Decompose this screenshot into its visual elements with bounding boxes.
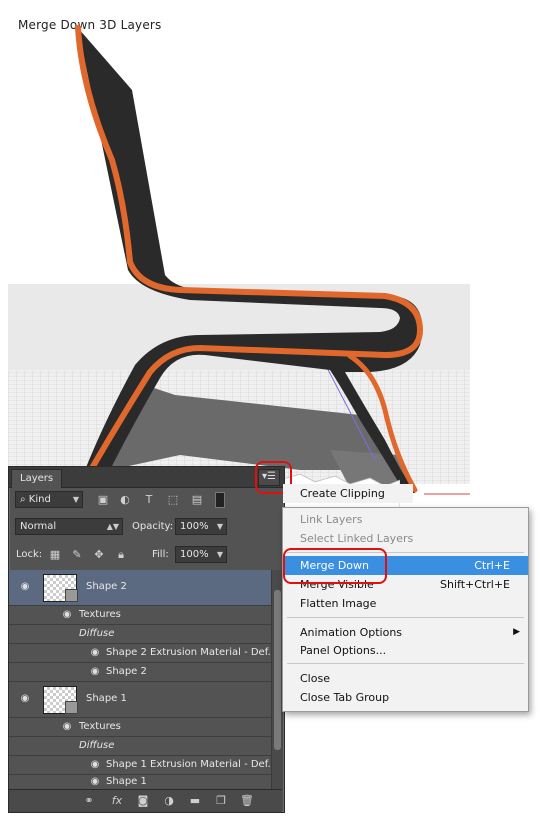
fill-value: 100% xyxy=(180,549,209,560)
opacity-label: Opacity: xyxy=(132,521,174,532)
3d-layer-icon xyxy=(65,701,78,714)
layer-subrow: Diffuse xyxy=(9,737,271,756)
filter-kind-label: Kind xyxy=(28,494,51,505)
menu-item-animation-options[interactable]: Animation Options ▶ xyxy=(283,623,528,642)
highlight-ring-merge-down xyxy=(283,548,387,584)
viewport-3d xyxy=(8,25,470,495)
eye-icon[interactable]: ◉ xyxy=(17,693,33,705)
menu-item-link-layers[interactable]: Link Layers xyxy=(283,510,528,529)
menu-item-create-clipping[interactable]: Create Clipping xyxy=(283,484,413,503)
blend-row: Normal ▲▼ Opacity: 100% ▼ xyxy=(9,518,282,536)
fx-icon[interactable]: fx xyxy=(109,794,125,808)
filter-kind-select[interactable]: ⌕ Kind ▼ xyxy=(15,491,83,508)
menu-item-select-linked[interactable]: Select Linked Layers xyxy=(283,529,528,548)
menu-item-close[interactable]: Close xyxy=(283,669,528,688)
lock-all-icon[interactable]: 🔒︎ xyxy=(113,547,129,563)
layer-name: Shape 1 xyxy=(86,693,127,704)
opacity-value: 100% xyxy=(180,521,209,532)
chevron-right-icon: ▶ xyxy=(513,627,520,637)
eye-icon[interactable]: ◉ xyxy=(59,721,75,733)
panel-footer: ⚭ fx ◙ ◑ ▬ ❐ 🗑︎ xyxy=(9,789,282,812)
lock-transparent-icon[interactable]: ▦ xyxy=(47,547,63,563)
menu-item-label: Select Linked Layers xyxy=(300,532,414,545)
eye-icon[interactable]: ◉ xyxy=(87,776,103,788)
menu-item-label: Close xyxy=(300,672,330,685)
filter-toggle[interactable] xyxy=(215,492,225,508)
adjustment-filter-icon[interactable]: ◐ xyxy=(117,492,133,508)
texture-item: Shape 1 Extrusion Material - Def... xyxy=(106,759,278,770)
lock-label: Lock: xyxy=(16,549,43,560)
tab-layers[interactable]: Layers xyxy=(11,469,63,488)
search-icon: ⌕ xyxy=(20,494,29,505)
fill-label: Fill: xyxy=(152,549,169,560)
menu-shortcut: Ctrl+E xyxy=(474,559,510,572)
eye-icon[interactable]: ◉ xyxy=(87,666,103,678)
new-layer-icon[interactable]: ❐ xyxy=(213,794,229,808)
chevron-down-icon: ▼ xyxy=(216,550,223,559)
lock-paint-icon[interactable]: ✎ xyxy=(69,547,85,563)
shape-filter-icon[interactable]: ⬚ xyxy=(165,492,181,508)
menu-item-label: Link Layers xyxy=(300,513,363,526)
smart-object-filter-icon[interactable]: ▤ xyxy=(189,492,205,508)
menu-separator xyxy=(287,663,524,664)
lock-row: Lock: ▦ ✎ ✥ 🔒︎ Fill: 100% ▼ xyxy=(9,546,282,564)
layer-name: Shape 2 xyxy=(86,581,127,592)
textures-label: Textures xyxy=(79,609,121,620)
adjustment-icon[interactable]: ◑ xyxy=(161,794,177,808)
menu-item-label: Flatten Image xyxy=(300,597,377,610)
blend-mode-value: Normal xyxy=(20,521,57,532)
layer-subrow: Diffuse xyxy=(9,625,271,644)
layer-subrow: ◉ Textures xyxy=(9,718,271,737)
blend-mode-select[interactable]: Normal ▲▼ xyxy=(15,518,123,535)
type-filter-icon[interactable]: T xyxy=(141,492,157,508)
fill-field[interactable]: 100% ▼ xyxy=(175,546,227,563)
scrollbar-thumb[interactable] xyxy=(274,590,281,750)
texture-item: Shape 2 Extrusion Material - Def... xyxy=(106,647,278,658)
trash-icon[interactable]: 🗑︎ xyxy=(239,794,255,808)
chevron-down-icon: ▼ xyxy=(72,495,79,504)
eye-icon[interactable]: ◉ xyxy=(87,647,103,659)
layer-subrow: ◉ Textures xyxy=(9,606,271,625)
layer-subrow: ◉ Shape 1 Extrusion Material - Def... xyxy=(9,756,277,775)
image-filter-icon[interactable]: ▣ xyxy=(95,492,111,508)
menu-item-flatten-image[interactable]: Flatten Image xyxy=(283,594,528,613)
menu-separator xyxy=(287,617,524,618)
mask-icon[interactable]: ◙ xyxy=(135,794,151,808)
layer-subrow: ◉ Shape 2 Extrusion Material - Def... xyxy=(9,644,277,663)
3d-layer-icon xyxy=(65,589,78,602)
menu-item-label: Panel Options... xyxy=(300,644,387,657)
menu-item-close-tab-group[interactable]: Close Tab Group xyxy=(283,688,528,707)
link-icon[interactable]: ⚭ xyxy=(81,794,97,808)
menu-item-panel-options[interactable]: Panel Options... xyxy=(283,641,528,660)
diffuse-label: Diffuse xyxy=(79,740,115,751)
menu-item-label: Close Tab Group xyxy=(300,691,390,704)
layer-list: ◉ Shape 2 ◉ Textures Diffuse ◉ Shape 2 E… xyxy=(9,570,277,789)
chevron-down-icon: ▲▼ xyxy=(106,522,119,531)
texture-item: Shape 1 xyxy=(106,776,147,787)
layer-subrow: ◉ Shape 2 xyxy=(9,663,271,682)
menu-item-label: Animation Options xyxy=(300,626,403,639)
panel-context-menu: Create Clipping Link Layers Select Linke… xyxy=(282,484,529,712)
lock-position-icon[interactable]: ✥ xyxy=(91,547,107,563)
layer-row-shape-2[interactable]: ◉ Shape 2 xyxy=(9,570,271,606)
diffuse-label: Diffuse xyxy=(79,628,115,639)
eye-icon[interactable]: ◉ xyxy=(87,759,103,771)
menu-item-label: Create Clipping xyxy=(300,487,385,500)
layer-row-shape-1[interactable]: ◉ Shape 1 xyxy=(9,682,271,718)
folder-icon[interactable]: ▬ xyxy=(187,794,203,808)
opacity-field[interactable]: 100% ▼ xyxy=(175,518,227,535)
eye-icon[interactable]: ◉ xyxy=(59,609,75,621)
filter-row: ⌕ Kind ▼ ▣ ◐ T ⬚ ▤ xyxy=(9,491,282,509)
layers-panel: Layers ▾☰ ⌕ Kind ▼ ▣ ◐ T ⬚ ▤ Normal ▲▼ O… xyxy=(8,466,285,813)
menu-shortcut: Shift+Ctrl+E xyxy=(440,578,510,591)
panel-tabbar: Layers ▾☰ xyxy=(9,467,284,488)
layer-subrow: ◉ Shape 1 xyxy=(9,775,271,789)
texture-item: Shape 2 xyxy=(106,666,147,677)
eye-icon[interactable]: ◉ xyxy=(17,581,33,593)
textures-label: Textures xyxy=(79,721,121,732)
chevron-down-icon: ▼ xyxy=(216,522,223,531)
